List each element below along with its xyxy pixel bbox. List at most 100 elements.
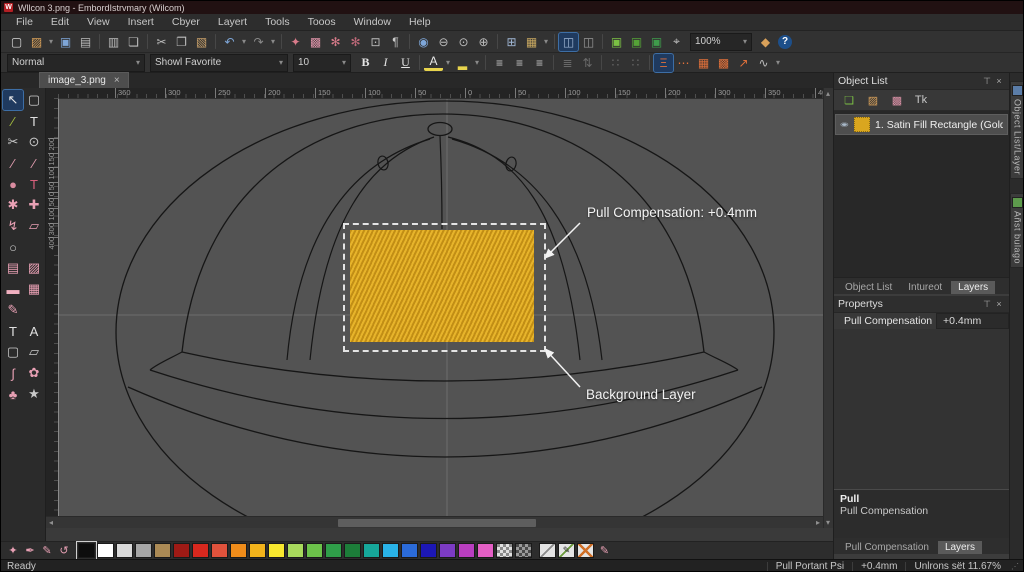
satin-stitch-button[interactable]: Ξ xyxy=(653,52,674,73)
mesh-tool[interactable]: ▦ xyxy=(24,279,44,299)
dropdown-arrow-icon[interactable]: ▾ xyxy=(542,33,550,51)
pattern-fill-icon[interactable]: ▩ xyxy=(306,33,325,51)
separator[interactable] xyxy=(601,55,602,70)
open-file-icon[interactable]: ▨ xyxy=(27,33,46,51)
run-stitch-button[interactable]: ⋯ xyxy=(674,54,693,72)
menu-item[interactable]: View xyxy=(78,14,119,31)
tab-object-list[interactable]: Object List xyxy=(838,281,899,294)
vertical-text-button[interactable]: ⇅ xyxy=(578,54,597,72)
visibility-eye-icon[interactable]: ◉ xyxy=(840,121,849,127)
edit-color-swatch[interactable]: ✎ xyxy=(558,543,575,558)
font-color-button[interactable]: A xyxy=(424,54,443,71)
panel-view-a-icon[interactable]: ◫ xyxy=(558,31,579,52)
swatch-magenta[interactable] xyxy=(458,543,475,558)
design-canvas[interactable]: Pull Compensation: +0.4mm Background Lay… xyxy=(58,98,823,516)
scroll-right-icon[interactable]: ▸ xyxy=(816,518,820,527)
dropdown-arrow-icon[interactable]: ▾ xyxy=(473,54,481,72)
vertical-scrollbar[interactable]: ▴ ▾ xyxy=(823,88,833,528)
swatch-yellow[interactable] xyxy=(268,543,285,558)
swatch-green[interactable] xyxy=(306,543,323,558)
pattern-stamp-tool[interactable]: ▨ xyxy=(24,258,44,278)
no-color-swatch[interactable] xyxy=(539,543,556,558)
color-picker-icon[interactable]: ✎ xyxy=(596,543,613,558)
undo-icon[interactable]: ↶ xyxy=(220,33,239,51)
swatch-yellow-green[interactable] xyxy=(287,543,304,558)
center-target-icon[interactable]: ⌖ xyxy=(667,33,686,51)
cut-icon[interactable]: ✂ xyxy=(152,33,171,51)
swatch-gray[interactable] xyxy=(135,543,152,558)
zoom-out-icon[interactable]: ⊖ xyxy=(434,33,453,51)
curve-line-tool[interactable]: ∕ xyxy=(24,153,44,173)
swatch-dark-red[interactable] xyxy=(173,543,190,558)
object-doc-tool[interactable]: ▱ xyxy=(24,216,44,236)
swatch-black[interactable] xyxy=(76,541,97,560)
applique-tool[interactable]: ♣ xyxy=(3,384,23,404)
open-list-icon[interactable]: ▨ xyxy=(864,92,882,108)
letter-A-tool[interactable]: A xyxy=(24,321,44,341)
menu-item[interactable]: Layert xyxy=(209,14,256,31)
menu-item[interactable]: Cbyer xyxy=(163,14,209,31)
scroll-left-icon[interactable]: ◂ xyxy=(49,518,53,527)
highlight-button[interactable]: ▂ xyxy=(453,54,472,72)
digitize-open-tool[interactable]: ✱ xyxy=(3,195,23,215)
sequence-tool[interactable]: ▤ xyxy=(3,258,23,278)
palette-tool-edit[interactable]: ✎ xyxy=(39,543,55,558)
spacing-button[interactable]: ∷ xyxy=(626,54,645,72)
menu-item[interactable]: Insert xyxy=(119,14,163,31)
select-tool[interactable]: ↖ xyxy=(2,89,24,111)
swatch-checker-dark[interactable] xyxy=(515,543,532,558)
swatch-tan[interactable] xyxy=(154,543,171,558)
star-tool[interactable]: ★ xyxy=(24,384,44,404)
tab-layers-bottom[interactable]: Layers xyxy=(937,541,982,554)
swatch-orange[interactable] xyxy=(230,543,247,558)
save-icon[interactable]: ▣ xyxy=(56,33,75,51)
copy-icon[interactable]: ❐ xyxy=(172,33,191,51)
justify-button[interactable]: ≣ xyxy=(558,54,577,72)
hook-tool[interactable]: ∫ xyxy=(3,363,23,383)
horizontal-scrollbar[interactable]: ◂ ▸ xyxy=(46,516,823,528)
tab-layers[interactable]: Layers xyxy=(951,281,996,294)
zoom-tool-icon[interactable]: ◉ xyxy=(414,33,433,51)
zoom-in-icon[interactable]: ⊕ xyxy=(474,33,493,51)
font-size-select[interactable]: 10 ▾ xyxy=(293,53,351,72)
swatch-checker-light[interactable] xyxy=(496,543,513,558)
digitize-closed-tool[interactable]: ✚ xyxy=(24,195,44,215)
menu-item[interactable]: Tooos xyxy=(299,14,345,31)
close-icon[interactable]: × xyxy=(993,76,1005,86)
redo-icon[interactable]: ↷ xyxy=(249,33,268,51)
align-center-button[interactable]: ≡ xyxy=(510,54,529,72)
pin-icon[interactable]: ⊤ xyxy=(981,299,993,310)
run-tool[interactable]: ↯ xyxy=(3,216,23,236)
node-edit-icon[interactable]: ✦ xyxy=(286,33,305,51)
separator[interactable] xyxy=(419,55,420,70)
select-frame-icon[interactable]: ⊡ xyxy=(366,33,385,51)
page-setup-icon[interactable]: ❏ xyxy=(124,33,143,51)
motif-b-icon[interactable]: ✻ xyxy=(346,33,365,51)
paste-icon[interactable]: ▧ xyxy=(192,33,211,51)
pin-icon[interactable]: ⊤ xyxy=(981,76,993,87)
separator[interactable] xyxy=(409,34,410,49)
italic-button[interactable]: I xyxy=(376,54,395,72)
swatch-cyan[interactable] xyxy=(382,543,399,558)
resize-handle-icon[interactable]: ↗ xyxy=(734,54,753,72)
filter-icon[interactable]: Tk xyxy=(912,92,930,108)
motif-a-icon[interactable]: ✻ xyxy=(326,33,345,51)
menu-item[interactable]: Help xyxy=(400,14,440,31)
property-value-field[interactable]: +0.4mm xyxy=(936,313,1009,329)
separator[interactable] xyxy=(215,34,216,49)
dropdown-arrow-icon[interactable]: ▾ xyxy=(240,33,248,51)
scroll-up-icon[interactable]: ▴ xyxy=(826,89,830,98)
swatch-pink[interactable] xyxy=(477,543,494,558)
separator[interactable] xyxy=(553,55,554,70)
hoop-toggle-icon[interactable]: ▣ xyxy=(607,33,626,51)
design-properties-icon[interactable]: ◆ xyxy=(756,33,775,51)
swatch-red[interactable] xyxy=(192,543,209,558)
new-list-icon[interactable]: ❏ xyxy=(840,92,858,108)
swatch-light-gray[interactable] xyxy=(116,543,133,558)
bold-button[interactable]: B xyxy=(356,54,375,72)
separator[interactable] xyxy=(281,34,282,49)
side-tab-second[interactable]: Añst bulago xyxy=(1009,193,1023,269)
separator[interactable] xyxy=(147,34,148,49)
separator[interactable] xyxy=(602,34,603,49)
zigzag-stitch-button[interactable]: ∿ xyxy=(754,54,773,72)
